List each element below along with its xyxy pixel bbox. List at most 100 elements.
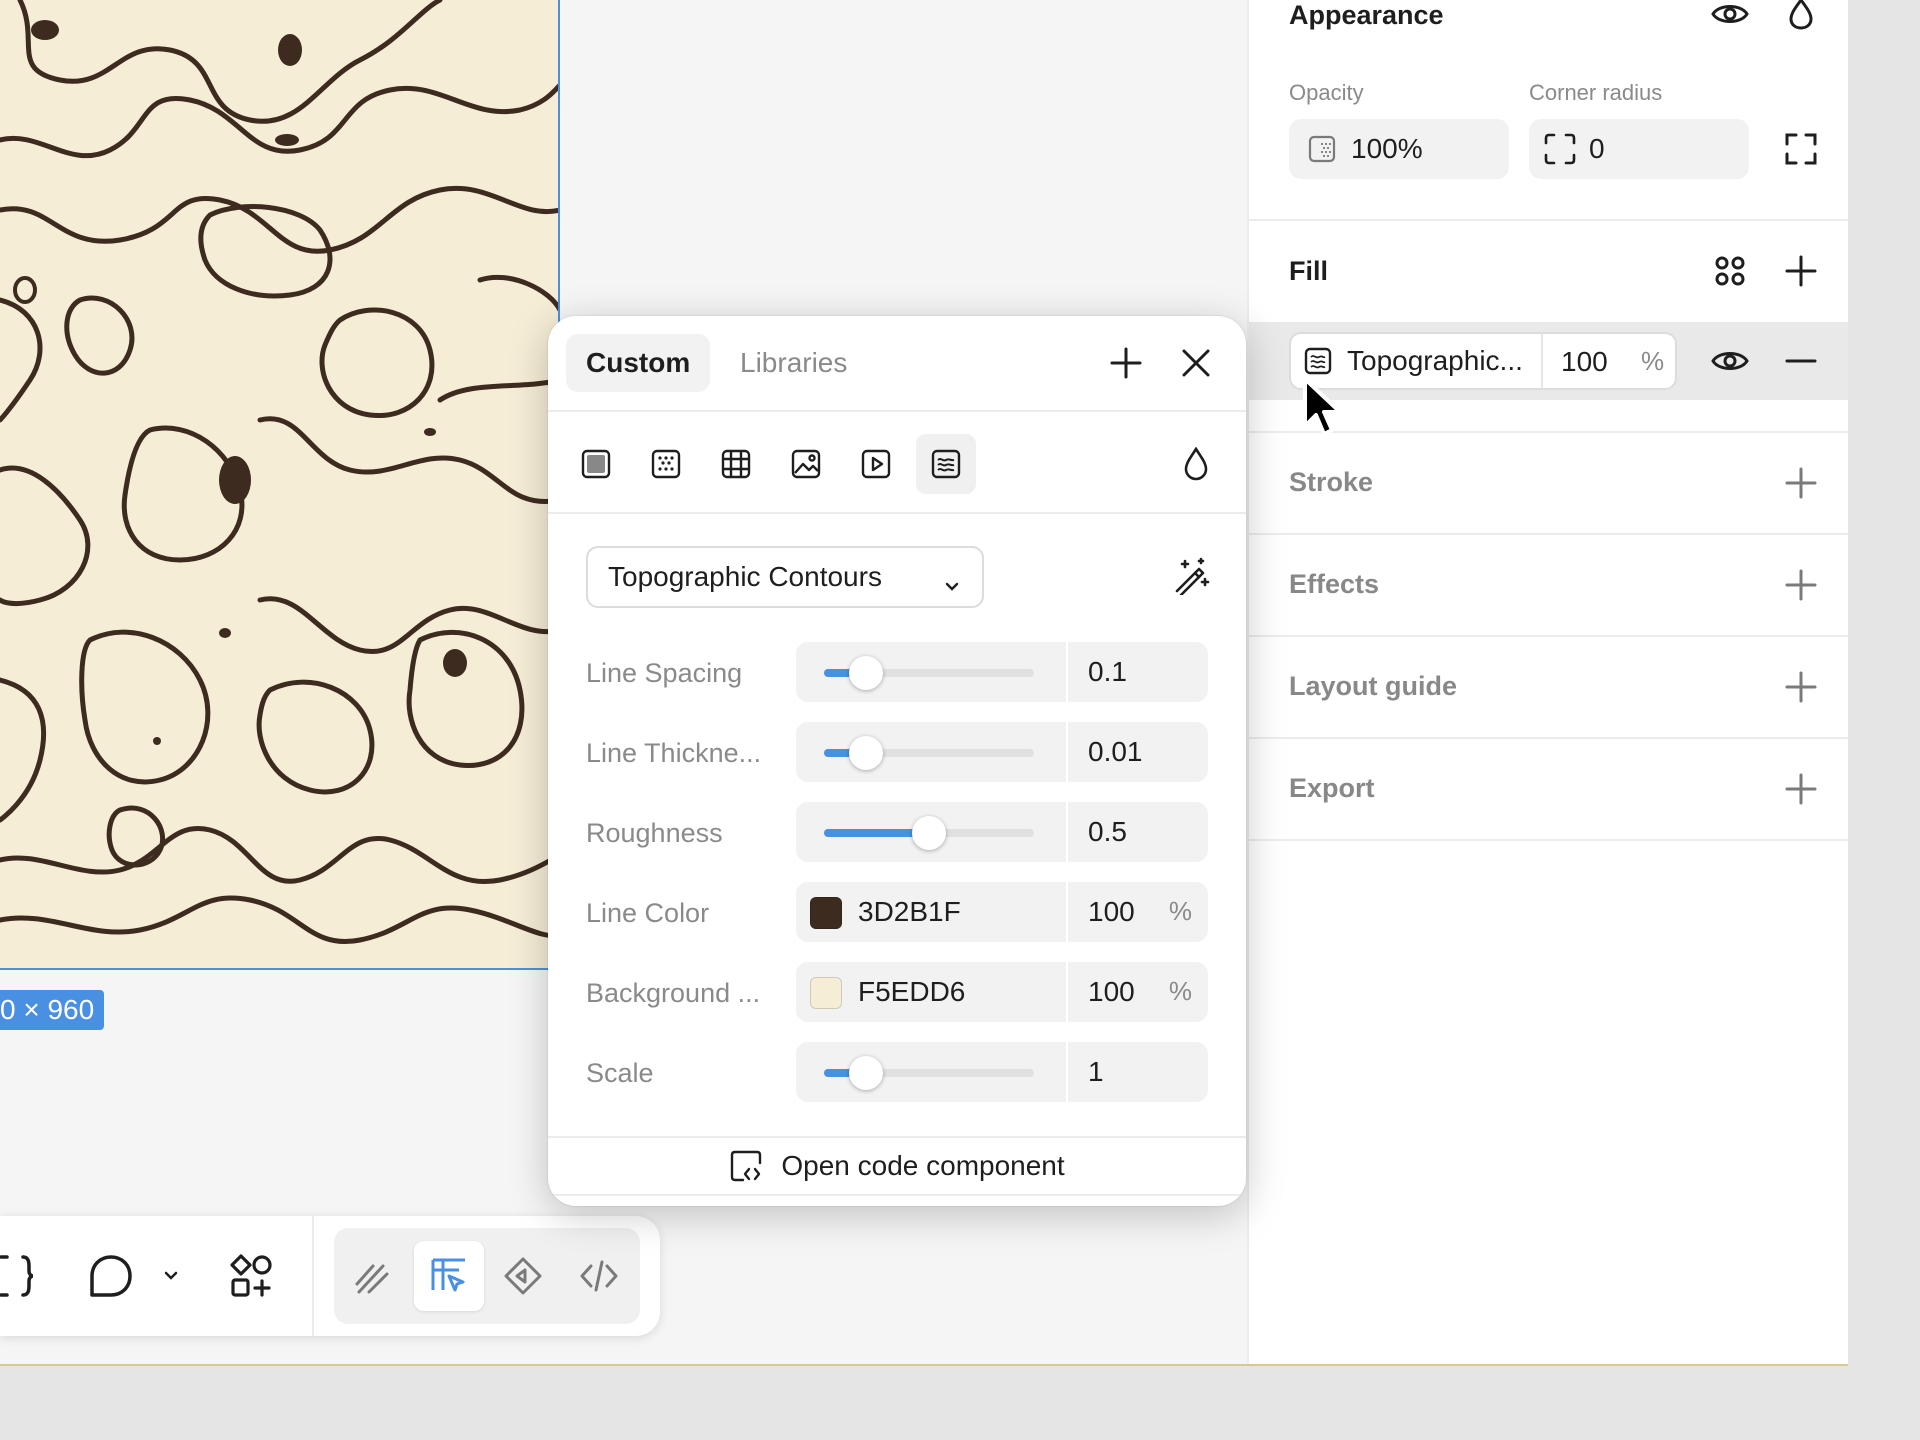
line-color-opacity-field[interactable]: 100 % (1068, 882, 1208, 942)
line-color-opacity[interactable]: 100 (1088, 896, 1135, 928)
effects-title: Effects (1289, 569, 1380, 599)
slider-thumb[interactable] (849, 1056, 883, 1090)
mouse-cursor-icon (1302, 376, 1348, 447)
background-color-hex[interactable]: F5EDD6 (858, 976, 965, 1008)
component-mode-icon[interactable] (488, 1241, 558, 1311)
roughness-slider[interactable] (796, 802, 1066, 862)
line-thickness-slider[interactable] (796, 722, 1066, 782)
line-thickness-value[interactable]: 0.01 (1068, 722, 1208, 782)
code-mode-icon[interactable] (564, 1241, 634, 1311)
background-color-opacity-field[interactable]: 100 % (1068, 962, 1208, 1022)
app-window: 0 × 960 Appearance Opacity Corner radius… (0, 0, 1848, 1366)
add-effect-plus-icon[interactable] (1777, 561, 1825, 609)
fill-editor-popover: Custom Libraries Topographic Contours Li… (548, 316, 1246, 1206)
slider-track (824, 1056, 1034, 1090)
frame-tool-icon[interactable] (0, 1241, 50, 1311)
corner-radius-field[interactable]: 0 (1529, 119, 1749, 179)
line-spacing-value[interactable]: 0.1 (1068, 642, 1208, 702)
open-code-component-label: Open code component (781, 1150, 1065, 1181)
line-spacing-label: Line Spacing (586, 658, 743, 688)
roughness-value[interactable]: 0.5 (1068, 802, 1208, 862)
design-mode-icon[interactable] (414, 1241, 484, 1311)
export-section: Export (1249, 739, 1848, 841)
roughness-label: Roughness (586, 818, 723, 848)
slider-track (824, 816, 1034, 850)
opacity-icon (1307, 134, 1337, 164)
background-color-percent: % (1168, 976, 1192, 1006)
blend-drop-icon[interactable] (1777, 0, 1825, 38)
fill-title: Fill (1289, 256, 1328, 286)
solid-fill-icon[interactable] (566, 434, 626, 494)
popover-types-divider (548, 512, 1246, 514)
scale-slider[interactable] (796, 1042, 1066, 1102)
layout-guide-title: Layout guide (1289, 671, 1457, 701)
add-style-plus-icon[interactable] (1102, 339, 1150, 387)
pattern-fill-icon[interactable] (706, 434, 766, 494)
slider-thumb[interactable] (849, 656, 883, 690)
fill-visibility-eye-icon[interactable] (1706, 337, 1754, 385)
add-layout-guide-plus-icon[interactable] (1777, 663, 1825, 711)
layout-guide-section: Layout guide (1249, 637, 1848, 739)
slider-track (824, 736, 1034, 770)
magic-wand-icon[interactable] (1168, 552, 1216, 600)
stroke-title: Stroke (1289, 467, 1374, 497)
add-stroke-plus-icon[interactable] (1777, 459, 1825, 507)
effects-section: Effects (1249, 535, 1848, 637)
corner-radius-value: 0 (1589, 133, 1605, 164)
line-color-swatch[interactable] (810, 897, 842, 929)
add-fill-plus-icon[interactable] (1777, 247, 1825, 295)
corner-radius-icon (1543, 132, 1577, 166)
scale-value[interactable]: 1 (1068, 1042, 1208, 1102)
appearance-section: Appearance Opacity Corner radius 100% 0 (1249, 0, 1848, 221)
slider-thumb[interactable] (849, 736, 883, 770)
line-color-percent: % (1168, 896, 1192, 926)
opacity-field[interactable]: 100% (1289, 119, 1509, 179)
line-spacing-slider[interactable] (796, 642, 1066, 702)
code-file-icon (729, 1149, 763, 1183)
visibility-eye-icon[interactable] (1706, 0, 1754, 38)
slider-track (824, 656, 1034, 690)
tab-libraries[interactable]: Libraries (720, 334, 867, 392)
close-popover-icon[interactable] (1172, 339, 1220, 387)
fill-layer-opacity[interactable]: 100 (1561, 346, 1608, 378)
line-thickness-label: Line Thickne... (586, 738, 762, 768)
code-fill-topographic-icon[interactable] (916, 434, 976, 494)
bottom-toolbar (0, 1216, 660, 1336)
independent-corners-icon[interactable] (1777, 125, 1825, 173)
toolbar-mode-group (334, 1228, 640, 1324)
tab-custom[interactable]: Custom (566, 334, 711, 392)
background-color-opacity[interactable]: 100 (1088, 976, 1135, 1008)
background-color-swatch[interactable] (810, 977, 842, 1009)
open-code-component-button[interactable]: Open code component (548, 1136, 1246, 1196)
noise-fill-icon[interactable] (636, 434, 696, 494)
preset-dropdown[interactable]: Topographic Contours (586, 546, 984, 608)
line-color-label: Line Color (586, 898, 710, 928)
canvas-frame-topographic[interactable] (0, 0, 560, 970)
fill-styles-grid-icon[interactable] (1706, 247, 1754, 295)
line-color-field[interactable]: 3D2B1F (796, 882, 1066, 942)
toolbar-divider (312, 1216, 314, 1336)
assets-tool-icon[interactable] (216, 1241, 286, 1311)
topographic-pattern (0, 0, 558, 945)
fill-layer-name: Topographic... (1347, 345, 1523, 376)
background-color-label: Background ... (586, 978, 761, 1008)
background-color-field[interactable]: F5EDD6 (796, 962, 1066, 1022)
blend-mode-drop-icon[interactable] (1172, 440, 1220, 488)
comment-tool-chevron-down-icon[interactable] (136, 1241, 206, 1311)
slider-thumb[interactable] (912, 816, 946, 850)
opacity-value: 100% (1351, 133, 1423, 164)
line-color-hex[interactable]: 3D2B1F (858, 896, 961, 928)
video-fill-icon[interactable] (846, 434, 906, 494)
fill-field-divider (1541, 334, 1543, 388)
export-title: Export (1289, 773, 1375, 803)
appearance-title: Appearance (1289, 0, 1444, 30)
stroke-section: Stroke (1249, 433, 1848, 535)
image-fill-icon[interactable] (776, 434, 836, 494)
scale-label: Scale (586, 1058, 654, 1088)
properties-panel: Appearance Opacity Corner radius 100% 0 (1247, 0, 1848, 1364)
corner-radius-label: Corner radius (1529, 80, 1663, 105)
chevron-down-icon (944, 568, 960, 600)
remove-fill-minus-icon[interactable] (1777, 337, 1825, 385)
add-export-plus-icon[interactable] (1777, 765, 1825, 813)
draw-mode-icon[interactable] (338, 1241, 408, 1311)
